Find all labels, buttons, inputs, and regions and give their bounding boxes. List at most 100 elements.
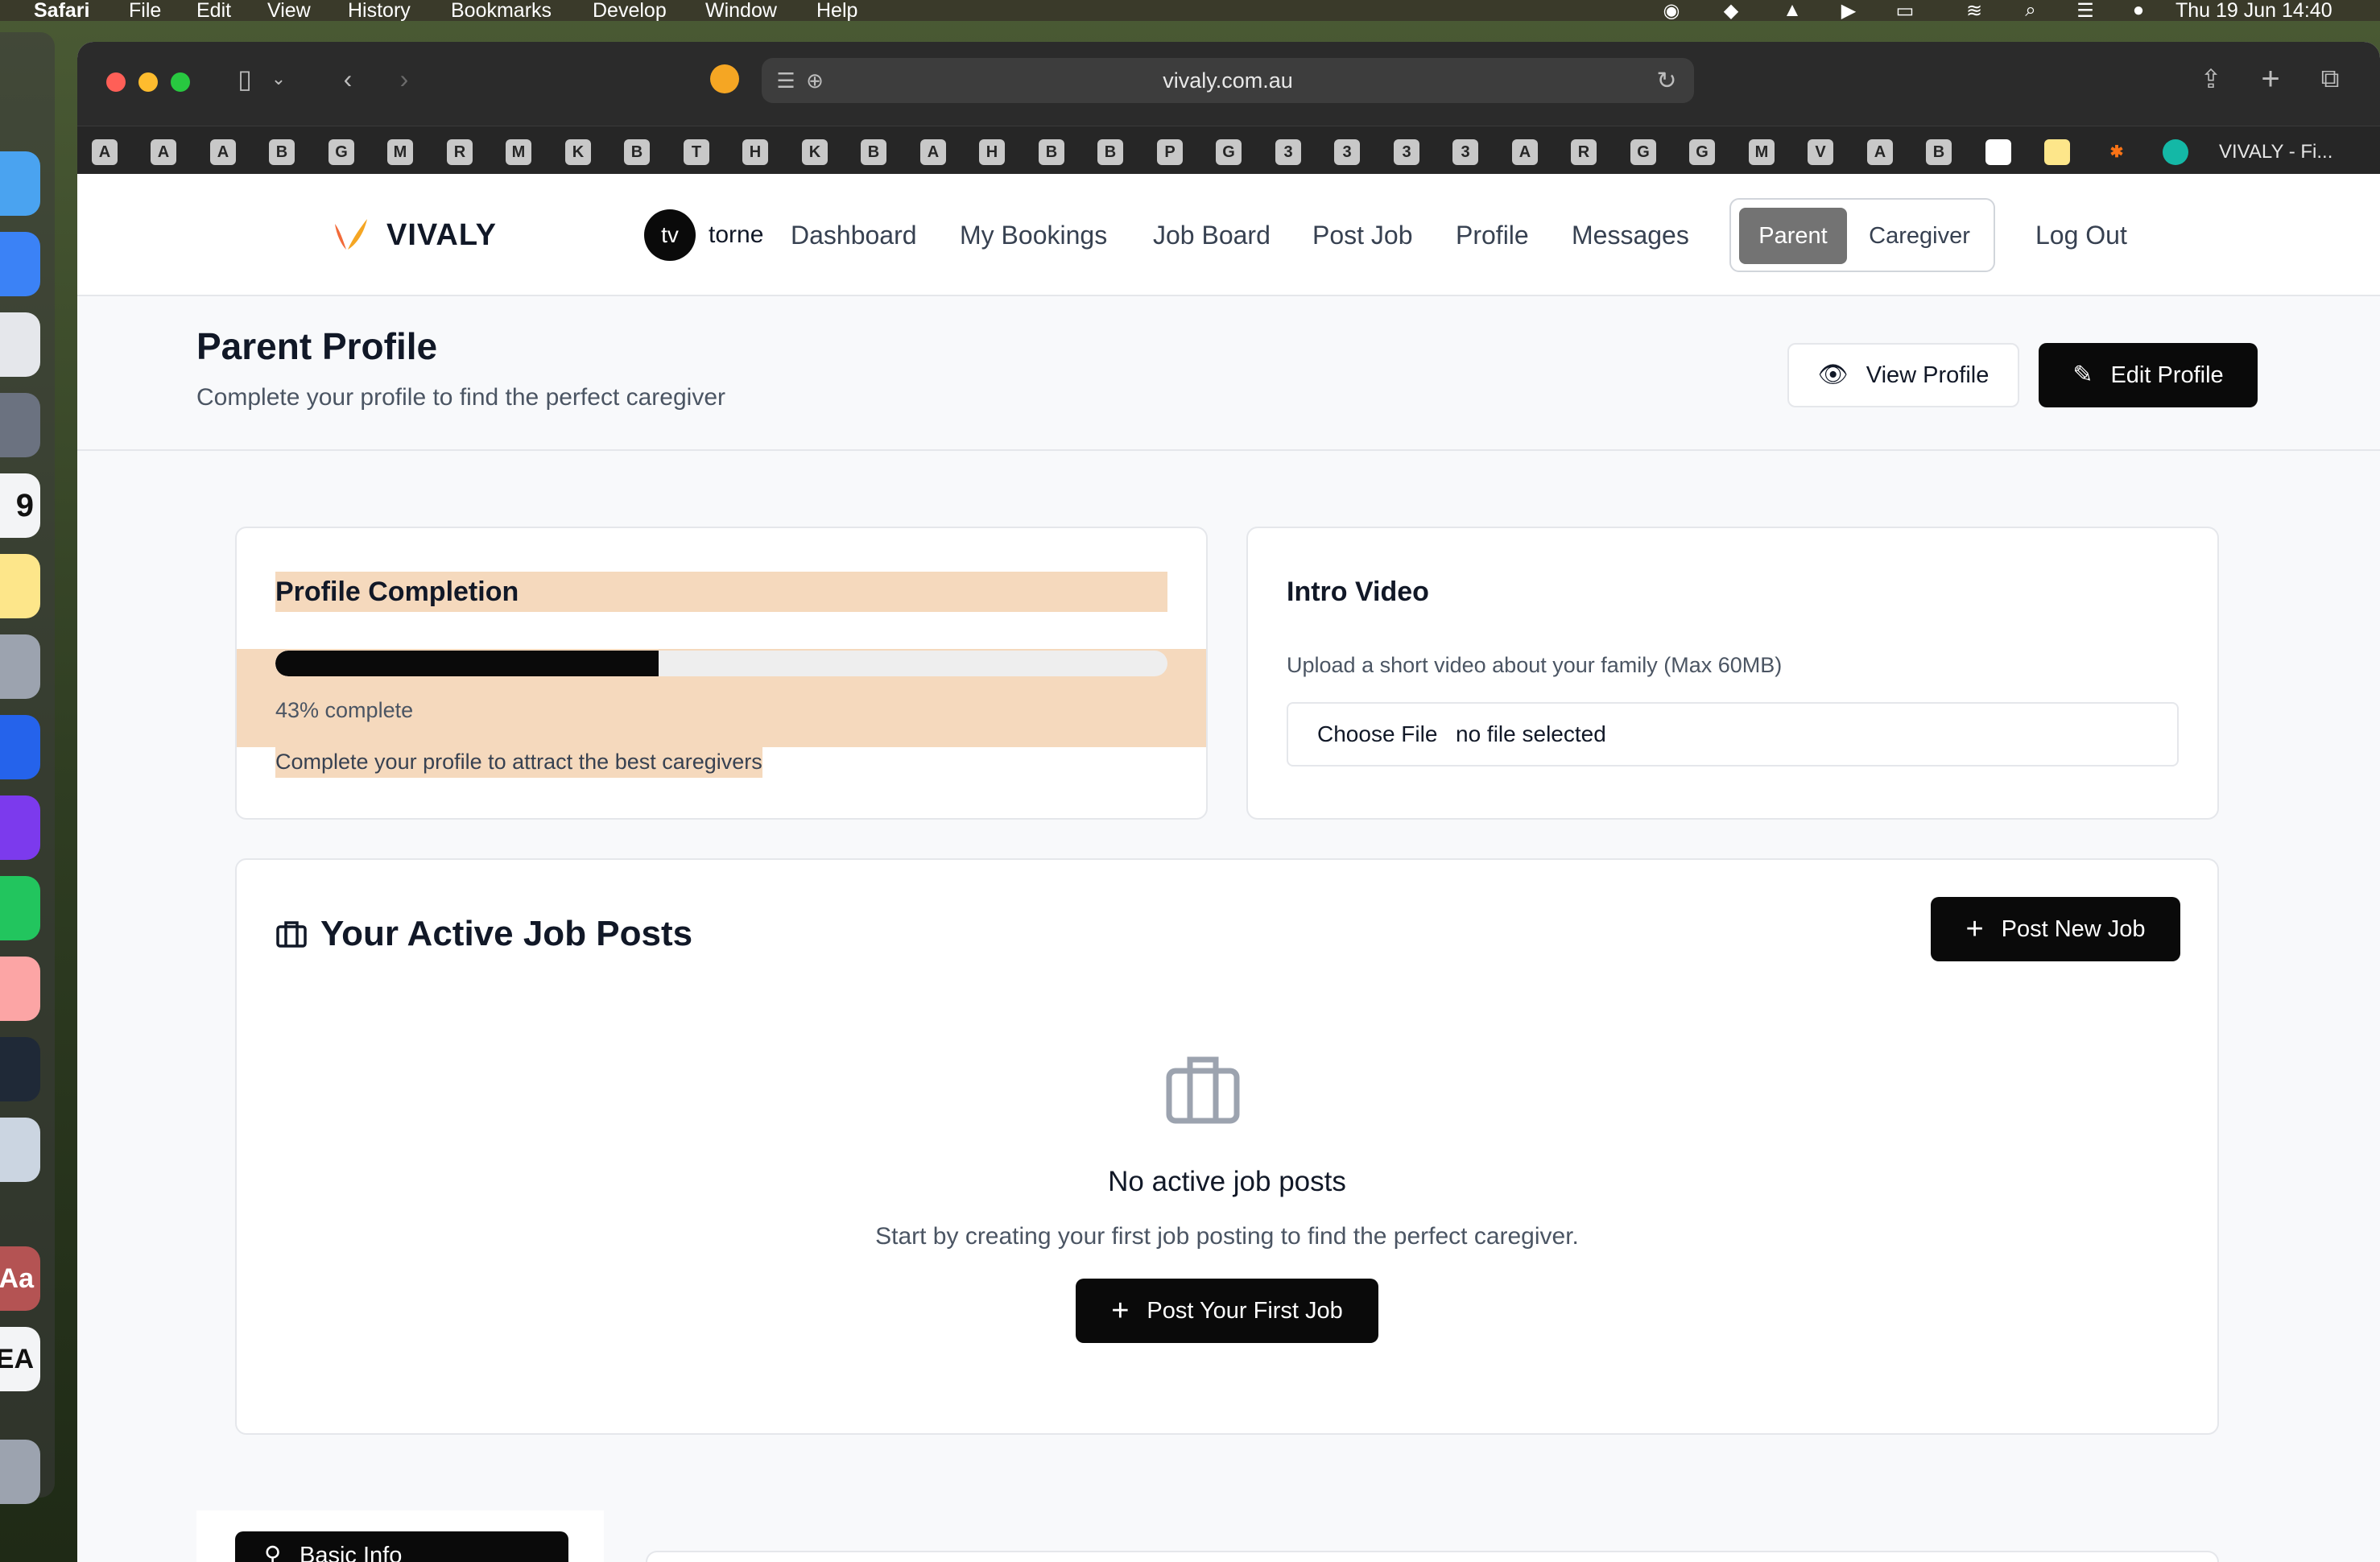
shortcut-icon[interactable]: ◆ (1718, 0, 1744, 22)
close-window-button[interactable] (106, 72, 126, 92)
drive-icon[interactable]: ▲ (1779, 0, 1805, 21)
reload-icon[interactable]: ↻ (1647, 61, 1686, 100)
nav-dashboard[interactable]: Dashboard (791, 217, 917, 253)
favorite-item[interactable]: A (210, 139, 236, 165)
nav-my-bookings[interactable]: My Bookings (960, 217, 1107, 253)
media-player-icon[interactable] (0, 795, 40, 860)
post-new-job-button[interactable]: + Post New Job (1931, 897, 2180, 961)
favorite-item[interactable]: 3 (1394, 139, 1419, 165)
favorite-site-icon[interactable] (2044, 139, 2070, 165)
favorite-site-icon[interactable] (1985, 139, 2011, 165)
forward-icon[interactable]: › (385, 60, 424, 98)
favorite-item[interactable]: T (684, 139, 709, 165)
grammarly-icon[interactable]: ◉ (1659, 0, 1684, 22)
menu-bookmarks[interactable]: Bookmarks (451, 0, 552, 21)
role-parent-button[interactable]: Parent (1739, 208, 1847, 264)
favorite-item[interactable]: G (1689, 139, 1715, 165)
favorite-item[interactable]: G (328, 139, 354, 165)
video-file-input[interactable]: Choose File no file selected (1287, 702, 2179, 767)
nav-messages[interactable]: Messages (1572, 217, 1689, 253)
zoom-window-button[interactable] (171, 72, 190, 92)
spotify-icon[interactable] (0, 876, 40, 940)
favorite-item[interactable]: G (1630, 139, 1656, 165)
chrome-icon[interactable] (0, 312, 40, 377)
menu-help[interactable]: Help (816, 0, 857, 21)
chevron-down-icon[interactable]: ⌄ (259, 60, 298, 98)
favorite-item[interactable]: B (861, 139, 886, 165)
favorite-item[interactable]: 3 (1452, 139, 1478, 165)
extension-icon[interactable] (705, 60, 744, 98)
choose-file-button[interactable]: Choose File (1317, 704, 1437, 765)
sidebar-basic-info-button[interactable]: ⚲ Basic Info (235, 1531, 568, 1562)
favorite-item[interactable]: H (742, 139, 768, 165)
user-avatar[interactable]: tv (644, 209, 696, 261)
favorite-item[interactable]: M (387, 139, 413, 165)
favorite-item[interactable]: V (1808, 139, 1833, 165)
brand-logo[interactable]: VIVALY (332, 211, 497, 259)
favorite-item[interactable]: P (1157, 139, 1183, 165)
favorite-item[interactable]: A (920, 139, 946, 165)
menu-history[interactable]: History (348, 0, 411, 21)
favorite-item[interactable]: K (565, 139, 591, 165)
favorite-item[interactable]: A (1512, 139, 1538, 165)
ea-app-icon[interactable]: EA (0, 1327, 40, 1391)
favorite-item[interactable]: B (1039, 139, 1064, 165)
spotlight-search-icon[interactable]: ⌕ (2018, 0, 2043, 21)
favorite-site-icon[interactable] (2163, 139, 2188, 165)
battery-icon[interactable]: ▭ (1892, 0, 1918, 22)
safari-icon[interactable] (0, 232, 40, 296)
dictionary-icon[interactable]: Aa (0, 1246, 40, 1311)
favorite-item[interactable]: A (151, 139, 176, 165)
favorite-item[interactable]: 3 (1275, 139, 1301, 165)
logout-link[interactable]: Log Out (2035, 217, 2127, 253)
finder-icon[interactable] (0, 151, 40, 216)
sidebar-toggle-icon[interactable]: ▯ (225, 60, 264, 98)
voice-memos-icon[interactable] (0, 1037, 40, 1101)
favorite-item[interactable]: A (92, 139, 118, 165)
role-caregiver-button[interactable]: Caregiver (1850, 208, 1989, 264)
share-icon[interactable]: ⇪ (2192, 60, 2230, 98)
tab-overview-icon[interactable]: ⧉ (2311, 60, 2349, 98)
address-bar[interactable]: ☰ ⊕ vivaly.com.au ↻ (762, 58, 1694, 103)
edit-profile-button[interactable]: ✎ Edit Profile (2039, 343, 2258, 407)
url-text[interactable]: vivaly.com.au (762, 58, 1694, 103)
favorite-item[interactable]: H (979, 139, 1005, 165)
control-center-icon[interactable]: ☰ (2072, 0, 2098, 22)
post-first-job-button[interactable]: + Post Your First Job (1076, 1279, 1378, 1343)
menu-develop[interactable]: Develop (593, 0, 667, 21)
favorite-item[interactable]: K (802, 139, 828, 165)
favorite-item[interactable]: A (1867, 139, 1893, 165)
trash-icon[interactable] (0, 1440, 40, 1504)
nav-post-job[interactable]: Post Job (1312, 217, 1413, 253)
favorite-item[interactable]: R (1571, 139, 1597, 165)
notes-icon[interactable] (0, 554, 40, 618)
active-tab-title[interactable]: VIVALY - Fi... (2219, 139, 2380, 165)
siri-icon[interactable]: ● (2126, 0, 2151, 21)
view-profile-button[interactable]: 👁 View Profile (1787, 343, 2019, 407)
minimize-window-button[interactable] (138, 72, 158, 92)
favorite-site-icon[interactable]: ✱ (2104, 139, 2130, 165)
wifi-icon[interactable]: ≋ (1961, 0, 1987, 22)
play-icon[interactable]: ▶ (1836, 0, 1861, 22)
utility-app-icon[interactable] (0, 1118, 40, 1182)
favorite-item[interactable]: M (506, 139, 531, 165)
calendar-icon[interactable]: 9 (0, 473, 40, 538)
favorite-item[interactable]: B (1097, 139, 1123, 165)
settings-icon[interactable] (0, 634, 40, 699)
app-store-icon[interactable] (0, 715, 40, 779)
favorite-item[interactable]: R (447, 139, 473, 165)
menu-app-name[interactable]: Safari (34, 0, 89, 21)
preview-icon[interactable] (0, 393, 40, 457)
nav-profile[interactable]: Profile (1456, 217, 1529, 253)
menu-file[interactable]: File (129, 0, 161, 21)
favorite-item[interactable]: 3 (1334, 139, 1360, 165)
menu-clock[interactable]: Thu 19 Jun 14:40 (2175, 0, 2332, 21)
new-tab-icon[interactable]: + (2251, 60, 2290, 98)
favorite-item[interactable]: M (1749, 139, 1775, 165)
photos-app-icon[interactable] (0, 957, 40, 1021)
nav-job-board[interactable]: Job Board (1153, 217, 1271, 253)
favorite-item[interactable]: B (1926, 139, 1952, 165)
favorite-item[interactable]: B (624, 139, 650, 165)
menu-view[interactable]: View (267, 0, 311, 21)
menu-edit[interactable]: Edit (196, 0, 231, 21)
